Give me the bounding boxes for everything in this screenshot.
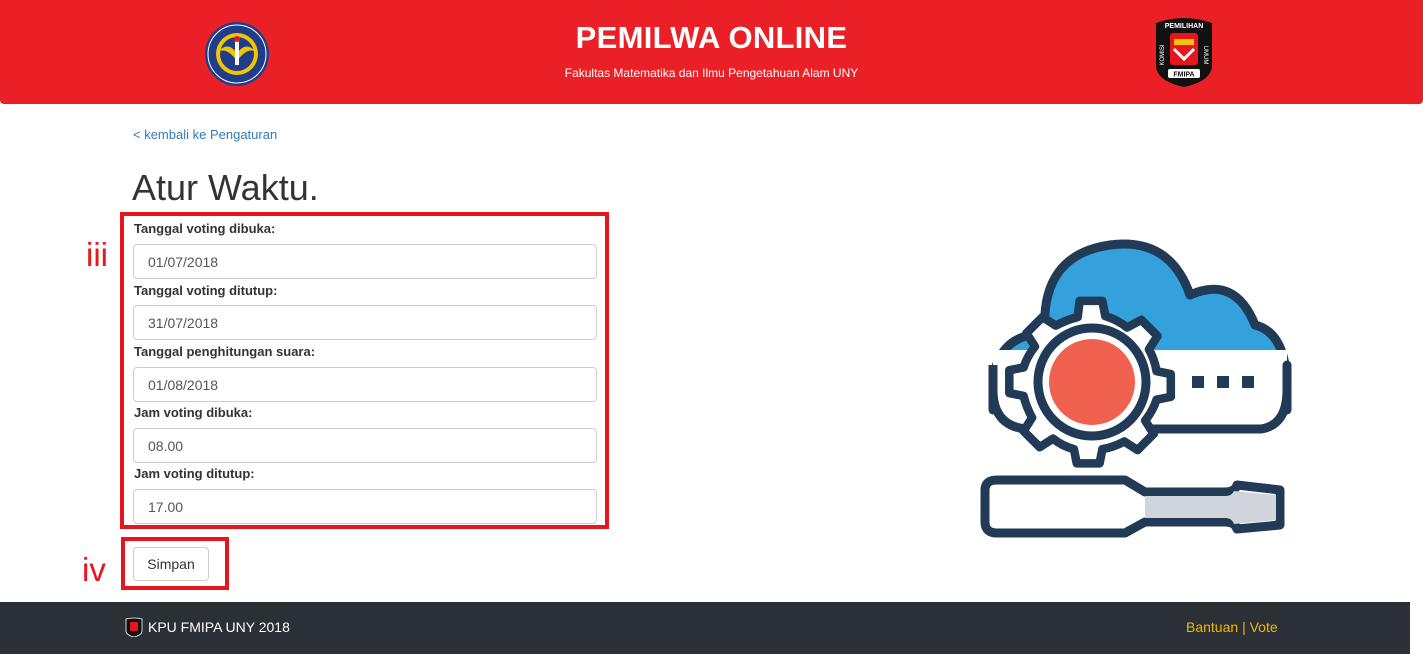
voting-open-time-input[interactable] [133,428,597,463]
footer-copyright: KPU FMIPA UNY 2018 [148,619,290,635]
voting-close-time-label: Jam voting ditutup: [134,466,255,481]
voting-close-date-input[interactable] [133,305,597,340]
kpu-logo-text-left: KOMISI [1160,44,1166,65]
kpu-logo-text-top: PEMILIHAN [1165,23,1204,30]
header-bar: PEMILWA ONLINE Fakultas Matematika dan I… [0,0,1423,104]
vote-count-date-input[interactable] [133,367,597,402]
kpu-logo: PEMILIHAN KOMISI UMUM FMIPA [1156,18,1212,87]
voting-open-date-input[interactable] [133,244,597,279]
kpu-logo-text-bottom: FMIPA [1173,72,1194,79]
vote-count-date-label: Tanggal penghitungan suara: [134,344,316,359]
kpu-logo-text-right: UMUM [1202,46,1208,65]
voting-close-date-label: Tanggal voting ditutup: [134,283,278,298]
page-title: Atur Waktu. [132,167,319,208]
help-link[interactable]: Bantuan [1186,619,1238,635]
voting-open-time-label: Jam voting dibuka: [134,405,253,420]
fields-annotation-marker: iii [86,236,108,273]
vote-link[interactable]: Vote [1250,619,1278,635]
cloud-settings-wrench-icon [980,239,1292,538]
footer-kpu-logo [125,617,143,637]
save-button[interactable]: Simpan [133,547,209,581]
voting-open-date-label: Tanggal voting dibuka: [134,221,276,236]
submit-annotation-marker: iv [82,551,106,588]
footer-links: Bantuan | Vote [1186,619,1278,635]
back-to-settings-link[interactable]: < kembali ke Pengaturan [133,127,277,142]
footer-link-separator: | [1242,619,1246,635]
voting-close-time-input[interactable] [133,489,597,524]
